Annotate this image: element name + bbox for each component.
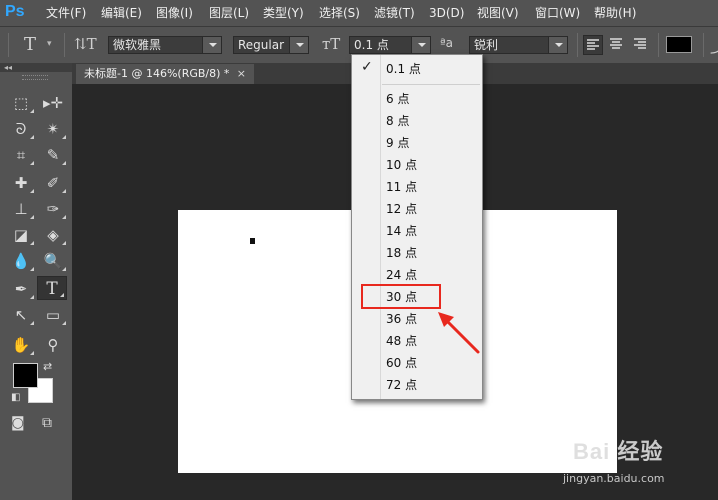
dropdown-item[interactable]: 11 点 [386, 177, 417, 197]
panel-collapse-icon[interactable]: ◂◂ [0, 63, 72, 72]
menu-view[interactable]: 视图(V) [477, 0, 519, 26]
warp-text-icon[interactable]: ⤴ [710, 33, 718, 57]
marquee-tool-icon[interactable]: ⬚ [6, 91, 36, 115]
rectangle-tool-icon[interactable]: ▭ [38, 303, 68, 327]
dropdown-item-selected[interactable]: 0.1 点 [386, 59, 421, 79]
font-size-value: 0.1 点 [354, 38, 389, 52]
swap-colors-icon[interactable]: ⇄ [43, 360, 52, 373]
dropdown-item[interactable]: 10 点 [386, 155, 417, 175]
close-icon[interactable]: × [237, 64, 246, 84]
menu-edit[interactable]: 编辑(E) [101, 0, 142, 26]
chevron-down-icon [202, 37, 221, 53]
lasso-tool-icon[interactable]: ᘐ [6, 117, 36, 141]
brush-tool-icon[interactable]: ✐ [38, 171, 68, 195]
antialias-icon: ªa [440, 36, 454, 50]
font-size-icon: ᴛT [322, 35, 341, 53]
align-center-icon [610, 38, 622, 49]
chevron-down-icon [411, 37, 430, 53]
antialias-value: 锐利 [474, 38, 499, 52]
dropdown-item[interactable]: 36 点 [386, 309, 417, 329]
watermark-brand: Bai 经验 [573, 439, 664, 464]
path-selection-tool-icon[interactable]: ↖ [6, 303, 36, 327]
menu-image[interactable]: 图像(I) [156, 0, 193, 26]
document-tab-title: 未标题-1 @ 146%(RGB/8) * [84, 67, 230, 80]
dodge-tool-icon[interactable]: 🔍 [38, 249, 68, 273]
screen-mode-icon[interactable]: ⧉ [42, 415, 52, 431]
align-left-button[interactable] [583, 35, 603, 55]
dropdown-item[interactable]: 9 点 [386, 133, 409, 153]
dropdown-gutter [380, 55, 381, 399]
chevron-down-icon [548, 37, 567, 53]
menu-filter[interactable]: 滤镜(T) [374, 0, 415, 26]
move-tool-icon[interactable]: ▸✛ [38, 91, 68, 115]
default-colors-icon[interactable]: ◧ [11, 392, 20, 403]
baidu-jingyan-watermark: Bai 经验 jingyan.baidu.com [555, 434, 715, 494]
history-brush-tool-icon[interactable]: ✑ [38, 197, 68, 221]
foreground-color-swatch[interactable] [13, 363, 38, 388]
tools-panel: ◂◂ ⬚ ▸✛ ᘐ ✴ ⌗ ✎ ✚ ✐ ⊥ ✑ ◪ ◈ 💧 🔍 ✒ T ↖ ▭ … [0, 63, 72, 500]
dropdown-item[interactable]: 6 点 [386, 89, 409, 109]
healing-brush-tool-icon[interactable]: ✚ [6, 171, 36, 195]
panel-grip[interactable] [22, 75, 48, 80]
separator [64, 33, 65, 57]
dropdown-item[interactable]: 12 点 [386, 199, 417, 219]
text-color-swatch[interactable] [666, 36, 692, 53]
paint-bucket-tool-icon[interactable]: ◈ [38, 223, 68, 247]
text-orientation-icon[interactable]: ⇅T [74, 35, 97, 53]
font-family-value: 微软雅黑 [113, 38, 162, 52]
align-right-icon [634, 38, 646, 49]
quick-mask-icon[interactable]: ◙ [11, 415, 25, 431]
font-family-select[interactable]: 微软雅黑 [108, 36, 222, 54]
menu-bar: Ps 文件(F) 编辑(E) 图像(I) 图层(L) 类型(Y) 选择(S) 滤… [0, 0, 718, 27]
zoom-tool-icon[interactable]: ⚲ [38, 333, 68, 357]
font-style-value: Regular [238, 38, 285, 52]
menu-help[interactable]: 帮助(H) [594, 0, 636, 26]
dropdown-item[interactable]: 24 点 [386, 265, 417, 285]
document-tab[interactable]: 未标题-1 @ 146%(RGB/8) * × [76, 64, 254, 84]
separator [703, 33, 704, 57]
dropdown-item[interactable]: 48 点 [386, 331, 417, 351]
align-left-icon [587, 39, 599, 50]
dropdown-item[interactable]: 72 点 [386, 375, 417, 395]
dropdown-separator [382, 84, 480, 85]
magic-wand-tool-icon[interactable]: ✴ [38, 117, 68, 141]
hand-tool-icon[interactable]: ✋ [6, 333, 36, 357]
type-tool-icon[interactable]: T [37, 276, 67, 300]
menu-3d[interactable]: 3D(D) [429, 0, 464, 26]
tool-preset-arrow-icon[interactable]: ▾ [47, 39, 52, 49]
clone-stamp-tool-icon[interactable]: ⊥ [6, 197, 36, 221]
text-tool-icon[interactable]: T [24, 34, 36, 55]
dropdown-item[interactable]: 8 点 [386, 111, 409, 131]
photoshop-logo: Ps [5, 3, 25, 20]
crop-tool-icon[interactable]: ⌗ [6, 143, 36, 167]
separator [577, 33, 578, 57]
eyedropper-tool-icon[interactable]: ✎ [38, 143, 68, 167]
menu-window[interactable]: 窗口(W) [535, 0, 580, 26]
chevron-down-icon [289, 37, 308, 53]
align-center-button[interactable] [607, 35, 627, 55]
annotation-highlight-box [361, 284, 441, 309]
eraser-tool-icon[interactable]: ◪ [6, 223, 36, 247]
watermark-url: jingyan.baidu.com [563, 472, 665, 485]
dropdown-item[interactable]: 14 点 [386, 221, 417, 241]
font-style-select[interactable]: Regular [233, 36, 309, 54]
menu-type[interactable]: 类型(Y) [263, 0, 304, 26]
pen-tool-icon[interactable]: ✒ [6, 277, 36, 301]
menu-select[interactable]: 选择(S) [319, 0, 360, 26]
menu-file[interactable]: 文件(F) [46, 0, 86, 26]
checkmark-icon: ✓ [361, 59, 373, 75]
text-insertion-point [250, 238, 255, 244]
font-size-select[interactable]: 0.1 点 [349, 36, 431, 54]
dropdown-item[interactable]: 18 点 [386, 243, 417, 263]
menu-layer[interactable]: 图层(L) [209, 0, 249, 26]
align-right-button[interactable] [631, 35, 651, 55]
options-grip [8, 33, 9, 57]
separator [658, 33, 659, 57]
antialias-select[interactable]: 锐利 [469, 36, 568, 54]
blur-tool-icon[interactable]: 💧 [6, 249, 36, 273]
dropdown-item[interactable]: 60 点 [386, 353, 417, 373]
annotation-arrow-icon [438, 312, 480, 354]
